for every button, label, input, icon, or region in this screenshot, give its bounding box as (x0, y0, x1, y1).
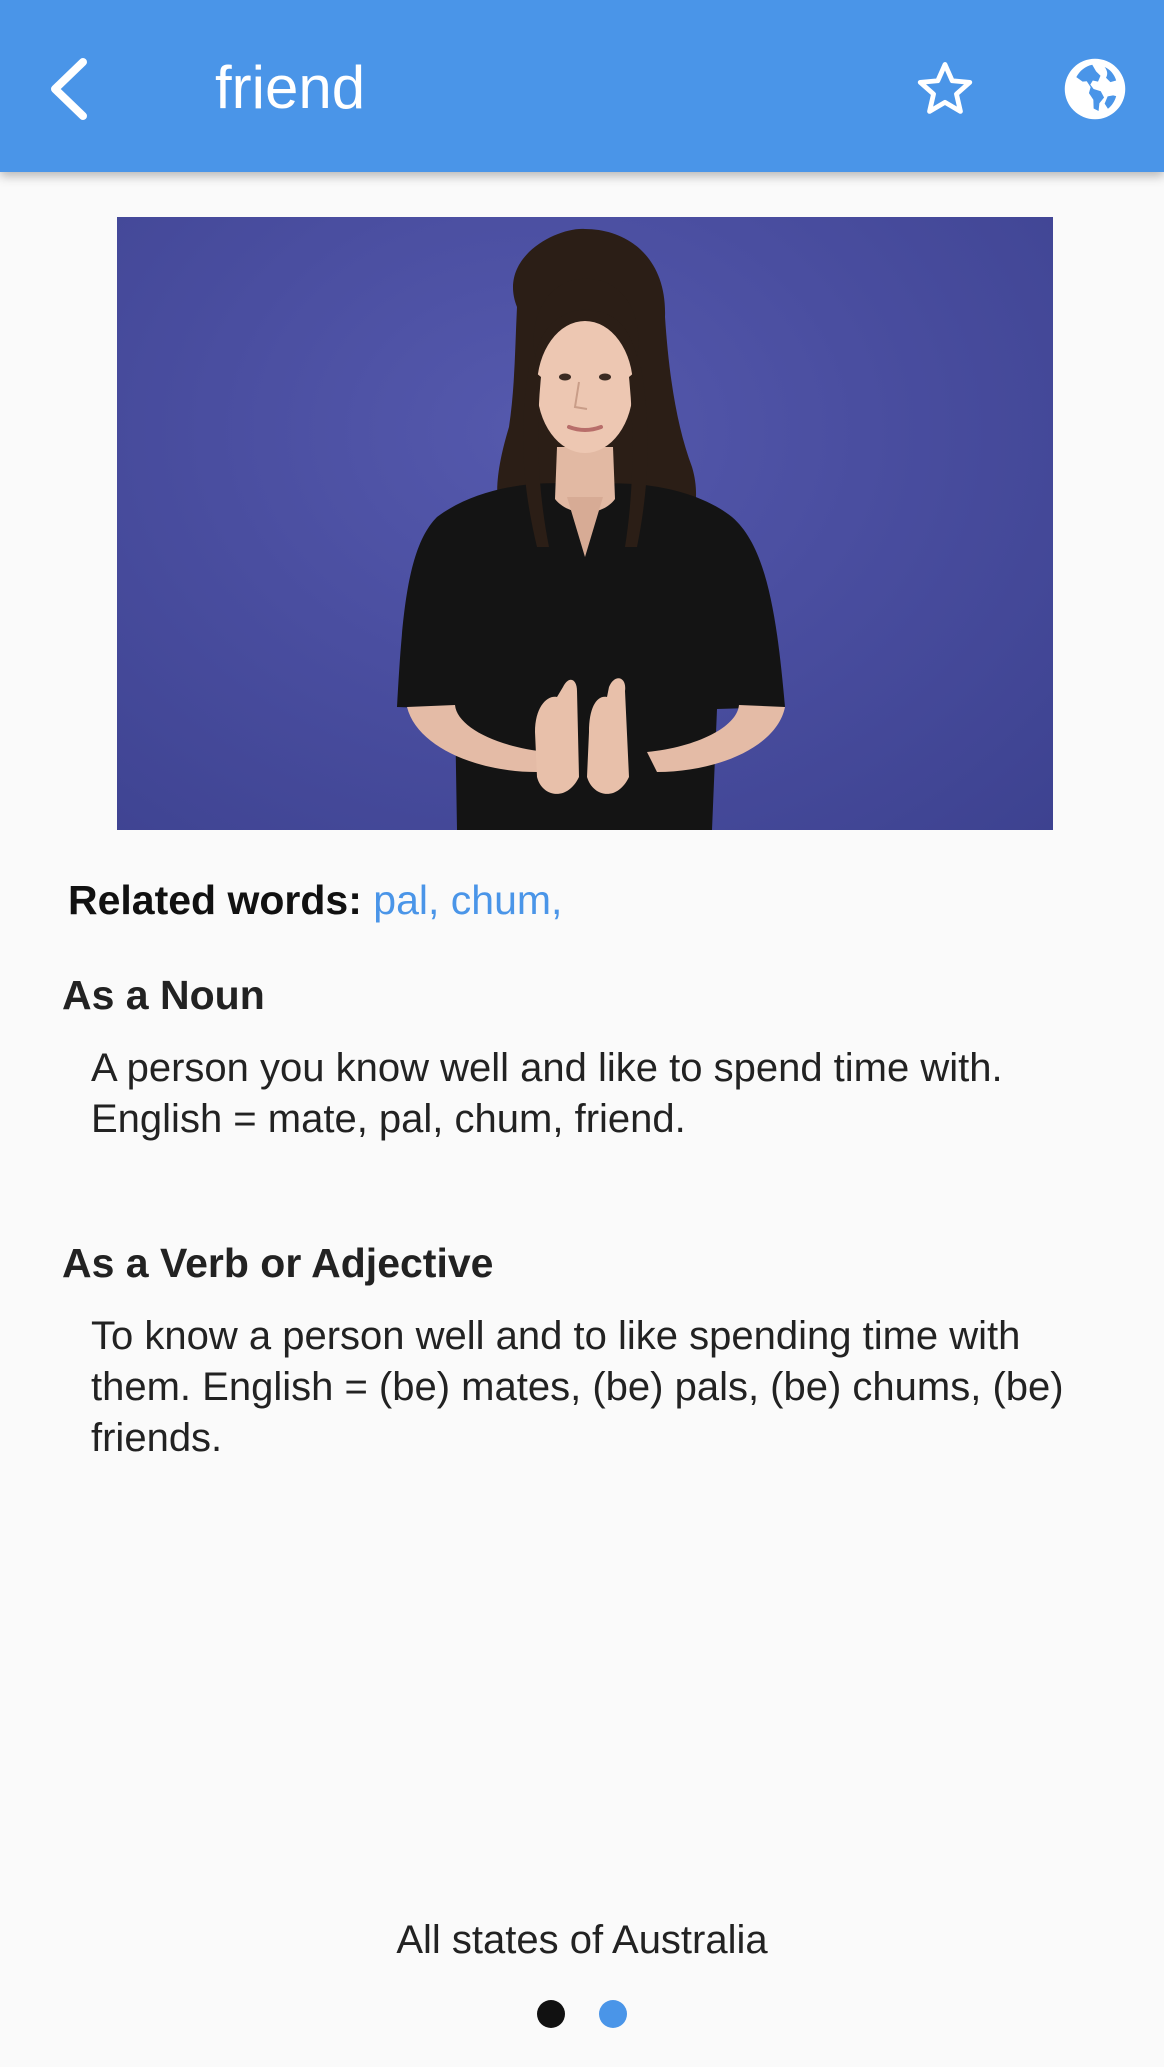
chevron-left-icon (51, 58, 87, 120)
region-label: All states of Australia (396, 1918, 768, 1962)
page-title: friend (215, 54, 366, 121)
page-dot-1[interactable] (537, 2000, 565, 2028)
related-words-links[interactable]: pal, chum, (373, 877, 562, 923)
app-bar: friend (0, 0, 1164, 172)
section-noun-heading: As a Noun (62, 972, 265, 1018)
section-noun-definition: A person you know well and like to spend… (91, 1046, 1003, 1141)
section-verb-adjective-heading: As a Verb or Adjective (62, 1240, 494, 1286)
section-verb-adjective-definition: To know a person well and to like spendi… (91, 1314, 1064, 1460)
page-dot-2-active[interactable] (599, 2000, 627, 2028)
sign-video-player[interactable] (117, 217, 1053, 830)
star-outline-icon (917, 62, 973, 114)
signer-figure (397, 228, 785, 830)
favorite-button[interactable] (905, 44, 985, 134)
page-indicator (0, 2000, 1164, 2028)
related-words-label: Related words: (68, 877, 362, 923)
related-words: Related words: pal, chum, (68, 872, 562, 928)
globe-icon (1064, 58, 1126, 120)
region-button[interactable] (1055, 44, 1135, 134)
back-button[interactable] (30, 44, 110, 134)
